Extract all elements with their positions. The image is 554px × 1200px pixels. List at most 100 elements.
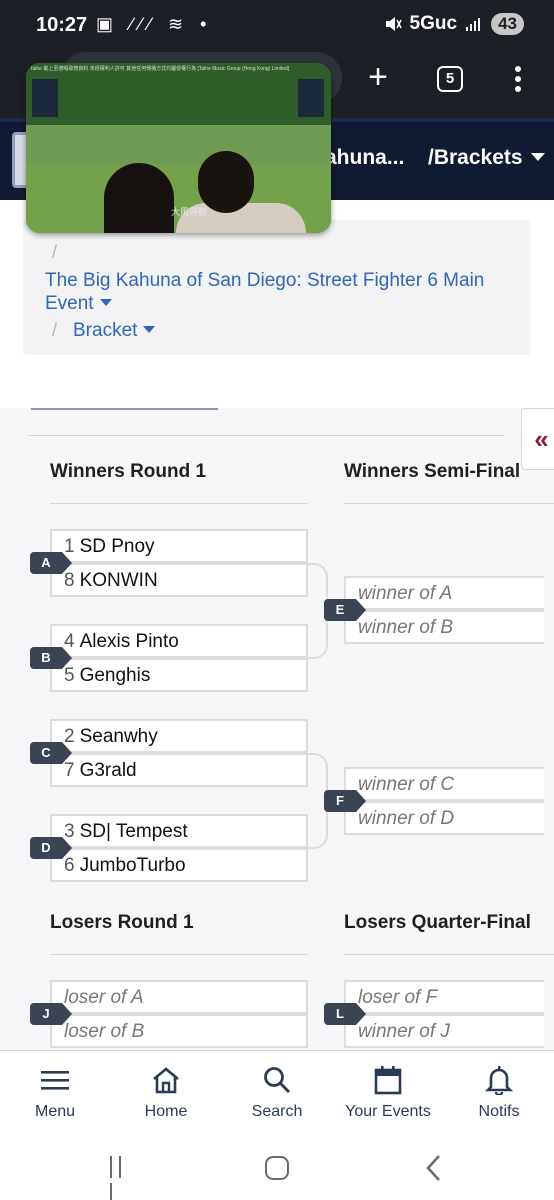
- collapse-sidebar-icon[interactable]: «: [521, 408, 554, 470]
- active-tab-indicator: [31, 408, 218, 410]
- more-menu-button[interactable]: [506, 64, 530, 94]
- player-name: SD| Tempest: [79, 821, 188, 842]
- nav-search-label: Search: [251, 1103, 303, 1120]
- bracket-slot[interactable]: 1 SD Pnoy: [50, 529, 308, 563]
- nav-menu[interactable]: Menu: [0, 1063, 110, 1121]
- set-marker[interactable]: L: [324, 1003, 366, 1025]
- player-name: winner of J: [358, 1021, 450, 1042]
- battery-level: 43: [491, 13, 524, 35]
- bottom-nav: Menu Home Search Your Events Notifs: [0, 1050, 554, 1128]
- video-ticker: Taihe 載上至德唱歌榜資料 未經權利人許可 其他任何傳播方式均屬侵權行為 […: [30, 66, 290, 72]
- breadcrumb-separator: /: [52, 242, 58, 262]
- player-name: Seanwhy: [79, 726, 158, 747]
- bracket-slot[interactable]: 8 KONWIN: [50, 563, 308, 597]
- player-name: JumboTurbo: [79, 855, 186, 876]
- new-tab-button[interactable]: +: [362, 60, 394, 96]
- header-brackets-crumb[interactable]: /Brackets: [428, 146, 545, 170]
- nav-your-events[interactable]: Your Events: [333, 1063, 443, 1121]
- bracket-slot[interactable]: winner of D: [344, 801, 544, 835]
- video-caption: 大風得獸: [171, 208, 208, 218]
- bracket-label: Bracket: [73, 320, 138, 341]
- player-name: Alexis Pinto: [79, 631, 179, 652]
- signal-icon: [466, 18, 481, 31]
- player-name: SD Pnoy: [79, 536, 155, 557]
- player-name: loser of B: [64, 1021, 145, 1042]
- mute-icon: [385, 17, 402, 31]
- chevron-down-icon: [143, 326, 156, 333]
- divider: [50, 503, 308, 504]
- bracket-slot[interactable]: 4 Alexis Pinto: [50, 624, 308, 658]
- tab-switcher-button[interactable]: 5: [437, 66, 463, 92]
- bracket-slot[interactable]: winner of J: [344, 1014, 544, 1048]
- header-brackets-label: /Brackets: [428, 146, 523, 169]
- bracket-slot[interactable]: loser of A: [50, 980, 308, 1014]
- round-title: Winners Round 1: [50, 461, 207, 482]
- breadcrumb-separator: /: [52, 320, 58, 340]
- recents-icon[interactable]: [110, 1156, 136, 1200]
- chevron-down-icon: [99, 299, 112, 306]
- player-name: winner of D: [358, 808, 455, 829]
- set-marker[interactable]: B: [30, 647, 72, 669]
- video-person: [198, 151, 254, 213]
- round-title: Winners Semi-Final: [344, 461, 521, 482]
- bracket-slot[interactable]: 7 G3rald: [50, 753, 308, 787]
- status-indicators: 5Guc 43: [384, 13, 524, 35]
- nav-search[interactable]: Search: [222, 1063, 332, 1121]
- set-marker[interactable]: A: [30, 552, 72, 574]
- video-person: [104, 163, 174, 233]
- round-title: Losers Quarter-Final: [344, 912, 531, 933]
- bracket-slot[interactable]: 5 Genghis: [50, 658, 308, 692]
- system-navigation-bar: [0, 1128, 554, 1200]
- player-name: winner of C: [358, 774, 455, 795]
- back-icon[interactable]: [424, 1154, 442, 1182]
- video-scoreboard: [32, 79, 58, 117]
- notification-icons: ▣ ∕∕∕ ≋ •: [96, 14, 213, 34]
- nav-home-label: Home: [144, 1103, 188, 1120]
- status-time: 10:27: [36, 14, 88, 36]
- network-type: 5Guc: [409, 13, 458, 34]
- bracket-slot[interactable]: 2 Seanwhy: [50, 719, 308, 753]
- player-name: Genghis: [79, 665, 151, 686]
- set-marker[interactable]: D: [30, 837, 72, 859]
- divider: [344, 954, 554, 955]
- screen: 10:27 ▣ ∕∕∕ ≋ • 5Guc 43 + 5 ahuna... /Br…: [0, 0, 554, 1200]
- bell-icon: [485, 1066, 513, 1095]
- player-name: KONWIN: [79, 570, 158, 591]
- divider: [344, 503, 554, 504]
- bracket-slot[interactable]: winner of A: [344, 576, 544, 610]
- bracket-view[interactable]: « Winners Round 1 Winners Semi-Final 1 SD…: [0, 408, 554, 1050]
- bracket-slot[interactable]: loser of F: [344, 980, 544, 1014]
- video-track: [26, 125, 331, 165]
- event-title: The Big Kahuna of San Diego: Street Figh…: [45, 270, 485, 314]
- nav-notifs[interactable]: Notifs: [444, 1063, 554, 1121]
- header-event-crumb[interactable]: ahuna...: [325, 146, 404, 170]
- picture-in-picture-video[interactable]: Taihe 載上至德唱歌榜資料 未經權利人許可 其他任何傳播方式均屬侵權行為 […: [26, 63, 331, 233]
- bracket-slot[interactable]: 3 SD| Tempest: [50, 814, 308, 848]
- breadcrumb-event-link[interactable]: The Big Kahuna of San Diego: Street Figh…: [45, 269, 515, 315]
- breadcrumb-bracket-link[interactable]: Bracket: [73, 320, 156, 342]
- calendar-icon: [374, 1066, 402, 1095]
- nav-home[interactable]: Home: [111, 1063, 221, 1121]
- video-scoreboard: [298, 79, 324, 117]
- home-icon: [153, 1067, 179, 1094]
- bracket-slot[interactable]: winner of B: [344, 610, 544, 644]
- divider: [50, 954, 308, 955]
- player-name: loser of F: [358, 987, 438, 1008]
- bracket-slot[interactable]: loser of B: [50, 1014, 308, 1048]
- set-marker[interactable]: C: [30, 742, 72, 764]
- menu-icon: [41, 1071, 69, 1090]
- nav-notifs-label: Notifs: [478, 1103, 520, 1120]
- set-marker[interactable]: F: [324, 790, 366, 812]
- bracket-slot[interactable]: winner of C: [344, 767, 544, 801]
- status-bar: 10:27 ▣ ∕∕∕ ≋ • 5Guc 43: [0, 0, 554, 52]
- divider: [28, 435, 504, 436]
- set-marker[interactable]: E: [324, 599, 366, 621]
- bracket-slot[interactable]: 6 JumboTurbo: [50, 848, 308, 882]
- round-title: Losers Round 1: [50, 912, 194, 933]
- set-marker[interactable]: J: [30, 1003, 72, 1025]
- player-name: G3rald: [79, 760, 137, 781]
- player-name: loser of A: [64, 987, 144, 1008]
- nav-your-events-label: Your Events: [345, 1103, 431, 1120]
- chevron-down-icon: [530, 153, 545, 161]
- home-button-icon[interactable]: [265, 1156, 289, 1180]
